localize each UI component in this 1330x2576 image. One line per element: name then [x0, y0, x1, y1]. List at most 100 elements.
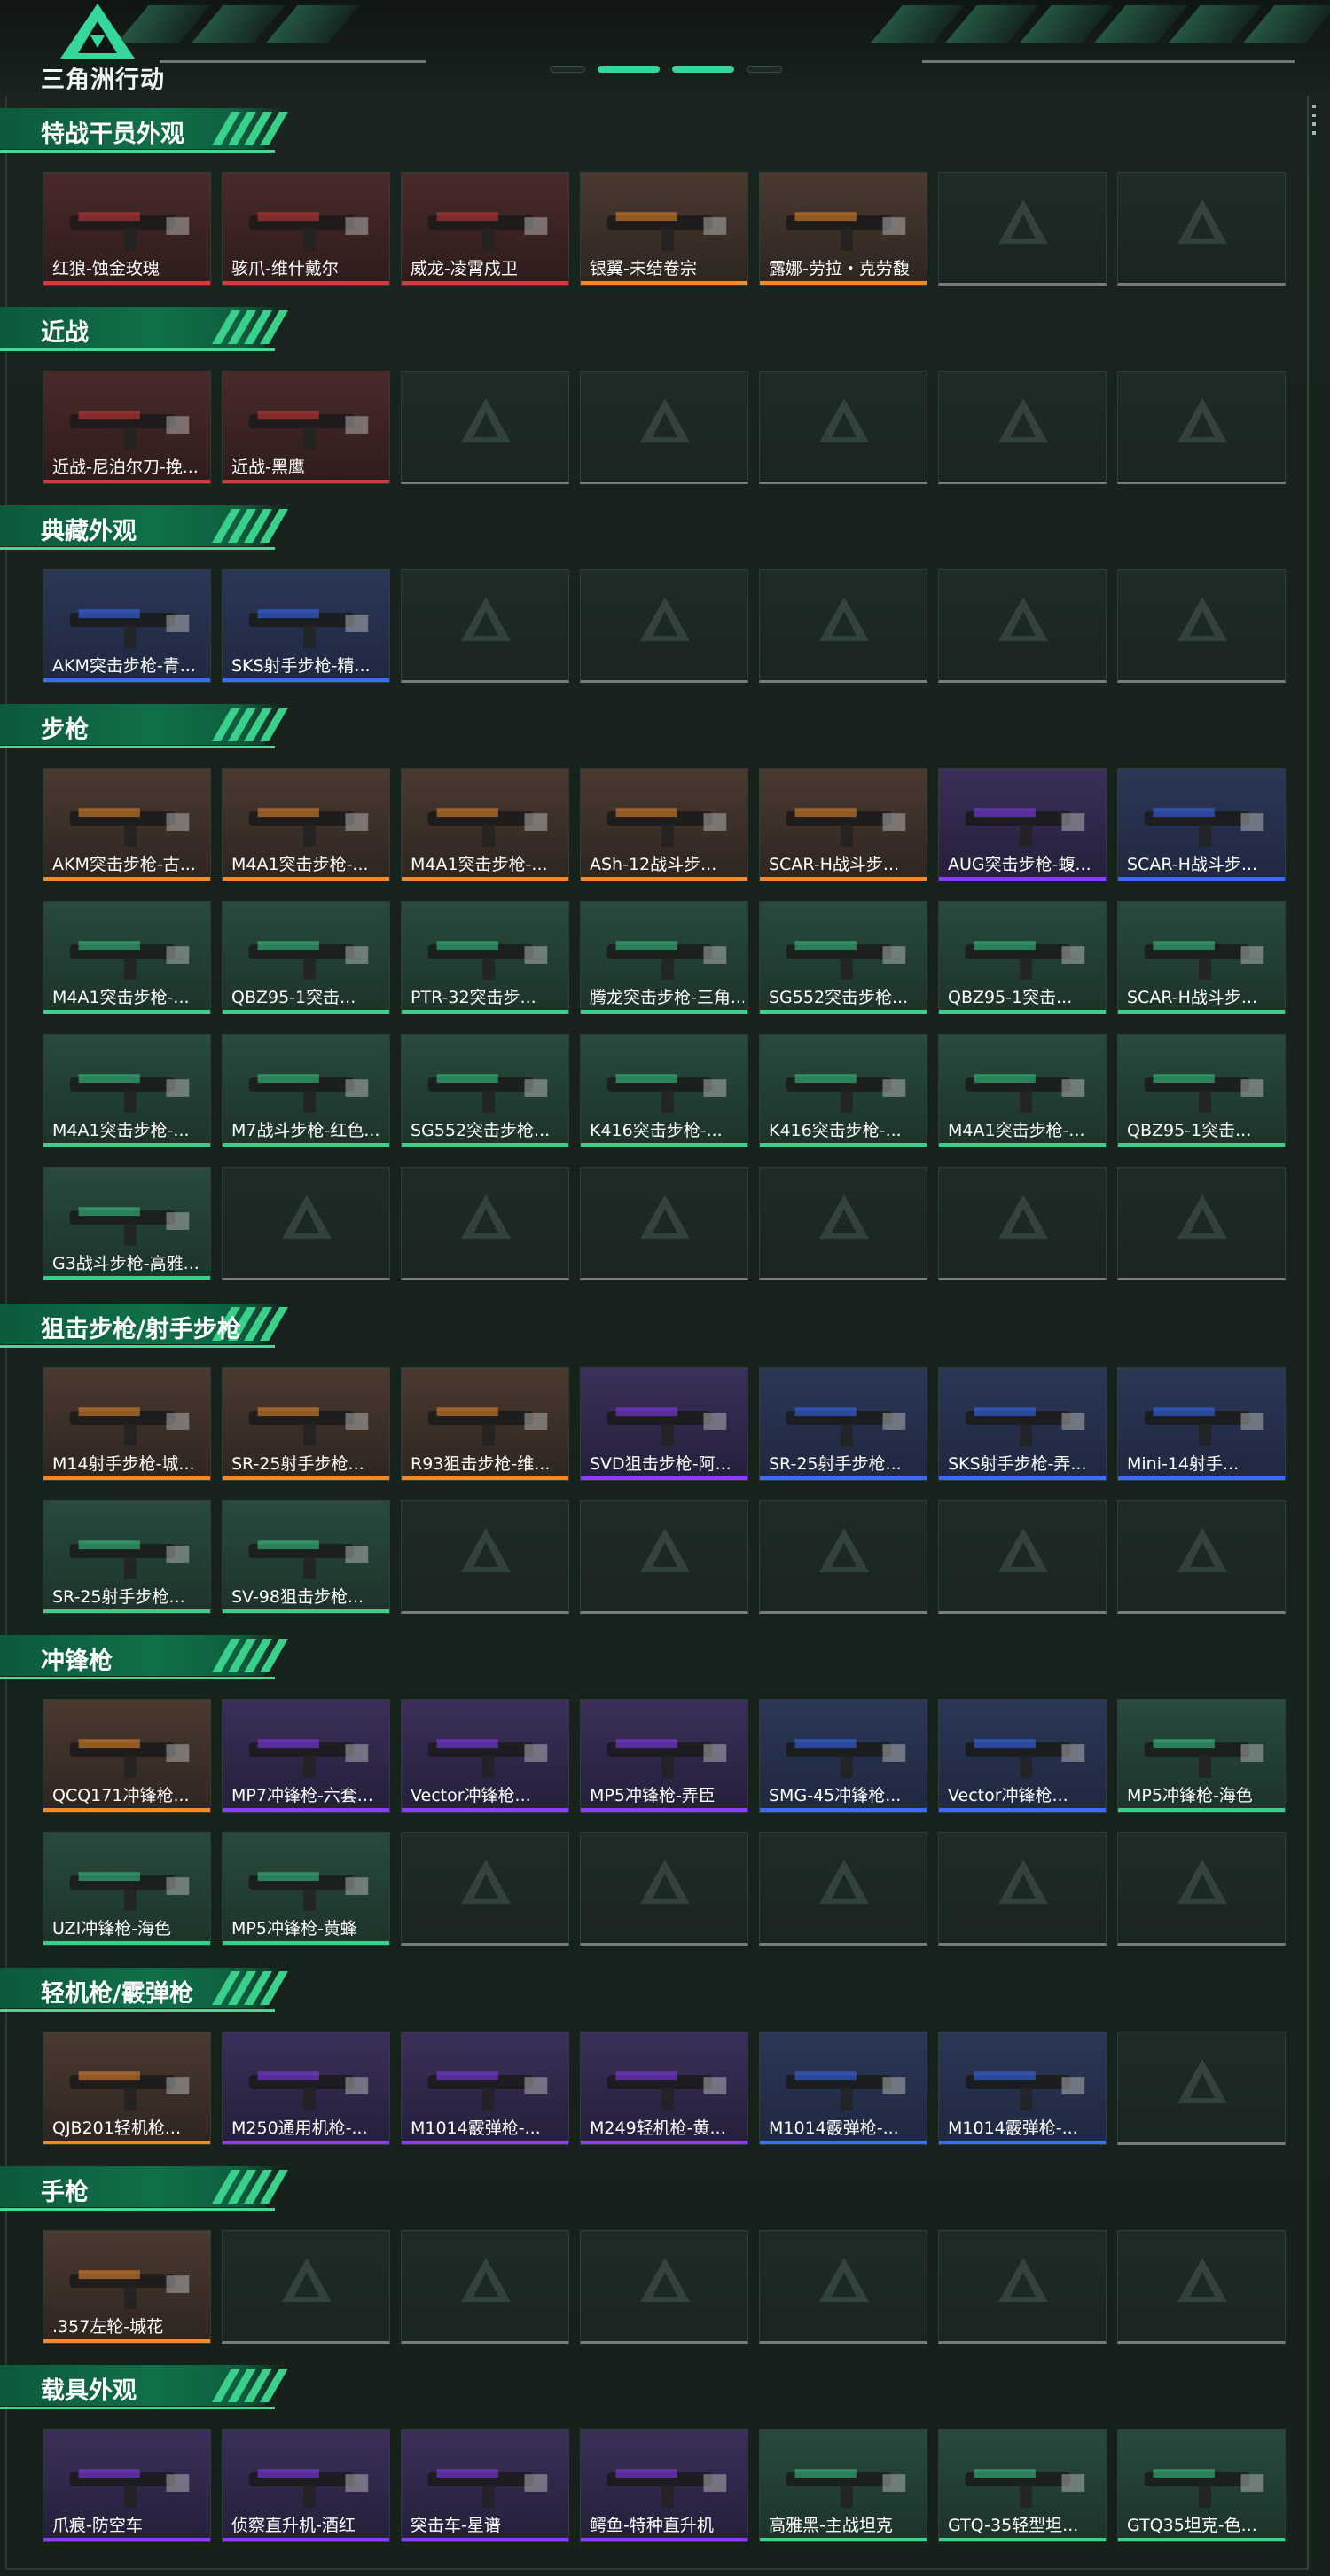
delta-watermark-icon [459, 1193, 512, 1241]
item-card[interactable]: K416突击步枪-... [580, 1034, 748, 1147]
item-label: Vector冲锋枪... [948, 1786, 1068, 1805]
item-card[interactable]: R93狙击步枪-维... [401, 1367, 569, 1481]
item-card[interactable]: M4A1突击步枪-... [938, 1034, 1107, 1147]
item-label: AUG突击步枪-蝮... [948, 855, 1091, 874]
section-title-text: 典藏外观 [41, 518, 137, 545]
rarity-bar [43, 1609, 210, 1613]
item-card[interactable]: QJB201轻机枪... [43, 2032, 211, 2145]
item-card[interactable]: 威龙-凌霄戍卫 [401, 172, 569, 286]
item-card[interactable]: .357左轮-城花 [43, 2230, 211, 2344]
item-card[interactable]: QBZ95-1突击... [938, 901, 1107, 1014]
item-card[interactable]: M1014霰弹枪-... [759, 2032, 927, 2145]
item-card[interactable]: SR-25射手步枪... [43, 1500, 211, 1614]
section-title: 典藏外观 [0, 505, 293, 550]
item-card[interactable]: 侦察直升机-酒红 [222, 2429, 390, 2542]
item-card[interactable]: M249轻机枪-黄... [580, 2032, 748, 2145]
item-label: 银翼-未结卷宗 [590, 259, 697, 278]
item-card[interactable]: M7战斗步枪-红色... [222, 1034, 390, 1147]
rarity-bar [1118, 1476, 1285, 1480]
item-label: R93狙击步枪-维... [411, 1454, 551, 1474]
section-title-text: 狙击步枪/射手步枪 [41, 1316, 241, 1343]
empty-slot [222, 2230, 390, 2344]
item-card[interactable]: SMG-45冲锋枪... [759, 1699, 927, 1813]
rarity-bar [402, 2538, 568, 2541]
item-card[interactable]: ASh-12战斗步... [580, 768, 748, 881]
delta-watermark-icon [1176, 595, 1229, 643]
item-card[interactable]: M250通用机枪-... [222, 2032, 390, 2145]
item-card[interactable]: MP5冲锋枪-弄臣 [580, 1699, 748, 1813]
header-divider-right [922, 60, 1295, 63]
item-card[interactable]: 红狼-蚀金玫瑰 [43, 172, 211, 286]
item-card[interactable]: M1014霰弹枪-... [938, 2032, 1107, 2145]
item-card[interactable]: SV-98狙击步枪... [222, 1500, 390, 1614]
page-dot-active[interactable] [598, 66, 660, 73]
item-card[interactable]: MP7冲锋枪-六套... [222, 1699, 390, 1813]
item-card[interactable]: 爪痕-防空车 [43, 2429, 211, 2542]
item-card[interactable]: SVD狙击步枪-阿... [580, 1367, 748, 1481]
item-card[interactable]: SKS射手步枪-弄... [938, 1367, 1107, 1481]
item-card[interactable]: SCAR-H战斗步... [1117, 768, 1286, 881]
item-card[interactable]: SR-25射手步枪... [759, 1367, 927, 1481]
rarity-bar [1118, 1010, 1285, 1014]
item-label: K416突击步枪-... [590, 1121, 723, 1140]
item-card[interactable]: 骇爪-维什戴尔 [222, 172, 390, 286]
item-card[interactable]: QBZ95-1突击... [222, 901, 390, 1014]
scrollbar-handle[interactable] [1312, 105, 1316, 135]
item-card[interactable]: SKS射手步枪-精... [222, 569, 390, 683]
item-label: ASh-12战斗步... [590, 855, 717, 874]
delta-watermark-icon [997, 2256, 1050, 2304]
item-card[interactable]: SCAR-H战斗步... [759, 768, 927, 881]
item-card[interactable]: SG552突击步枪... [401, 1034, 569, 1147]
item-card[interactable]: AUG突击步枪-蝮... [938, 768, 1107, 881]
item-card[interactable]: Vector冲锋枪... [938, 1699, 1107, 1813]
item-card[interactable]: M4A1突击步枪-... [222, 768, 390, 881]
item-card[interactable]: 银翼-未结卷宗 [580, 172, 748, 286]
item-card[interactable]: G3战斗步枪-高雅... [43, 1167, 211, 1280]
item-card[interactable]: M4A1突击步枪-... [43, 901, 211, 1014]
delta-watermark-icon [1176, 2256, 1229, 2304]
item-card[interactable]: SCAR-H战斗步... [1117, 901, 1286, 1014]
item-card[interactable]: MP5冲锋枪-海色 [1117, 1699, 1286, 1813]
item-card[interactable]: PTR-32突击步... [401, 901, 569, 1014]
item-card[interactable]: 露娜-劳拉・克劳馥 [759, 172, 927, 286]
delta-watermark-icon [818, 1858, 871, 1906]
item-card[interactable]: GTQ-35轻型坦... [938, 2429, 1107, 2542]
delta-watermark-icon [638, 396, 692, 444]
item-card[interactable]: SG552突击步枪... [759, 901, 927, 1014]
empty-slot [938, 1167, 1107, 1280]
item-card[interactable]: QBZ95-1突击... [1117, 1034, 1286, 1147]
item-label: 威龙-凌霄戍卫 [411, 259, 518, 278]
empty-slot [759, 1500, 927, 1614]
item-card[interactable]: SR-25射手步枪... [222, 1367, 390, 1481]
item-card[interactable]: 突击车-星谱 [401, 2429, 569, 2542]
rarity-bar [760, 1808, 927, 1812]
item-card[interactable]: UZI冲锋枪-海色 [43, 1832, 211, 1946]
item-card[interactable]: K416突击步枪-... [759, 1034, 927, 1147]
item-label: SMG-45冲锋枪... [769, 1786, 902, 1805]
item-card[interactable]: AKM突击步枪-古... [43, 768, 211, 881]
item-card[interactable]: MP5冲锋枪-黄蜂 [222, 1832, 390, 1946]
rarity-bar [760, 877, 927, 881]
item-card[interactable]: M4A1突击步枪-... [43, 1034, 211, 1147]
item-card[interactable]: Vector冲锋枪... [401, 1699, 569, 1813]
item-card[interactable]: QCQ171冲锋枪... [43, 1699, 211, 1813]
item-card[interactable]: 近战-黑鹰 [222, 371, 390, 484]
page-dot[interactable] [747, 66, 782, 73]
item-card[interactable]: AKM突击步枪-青... [43, 569, 211, 683]
rarity-bar [43, 2339, 210, 2343]
item-card[interactable]: Mini-14射手... [1117, 1367, 1286, 1481]
item-card[interactable]: 近战-尼泊尔刀-挽... [43, 371, 211, 484]
page-dot[interactable] [550, 66, 585, 73]
delta-watermark-icon [638, 595, 692, 643]
item-card[interactable]: 高雅黑-主战坦克 [759, 2429, 927, 2542]
item-card[interactable]: M4A1突击步枪-... [401, 768, 569, 881]
empty-slot [759, 371, 927, 484]
rarity-bar [223, 1609, 389, 1613]
rarity-bar [760, 1476, 927, 1480]
item-card[interactable]: M14射手步枪-城... [43, 1367, 211, 1481]
item-card[interactable]: M1014霰弹枪-... [401, 2032, 569, 2145]
page-dot-active[interactable] [672, 66, 734, 73]
item-card[interactable]: 腾龙突击步枪-三角... [580, 901, 748, 1014]
item-card[interactable]: GTQ35坦克-色... [1117, 2429, 1286, 2542]
item-card[interactable]: 鳄鱼-特种直升机 [580, 2429, 748, 2542]
